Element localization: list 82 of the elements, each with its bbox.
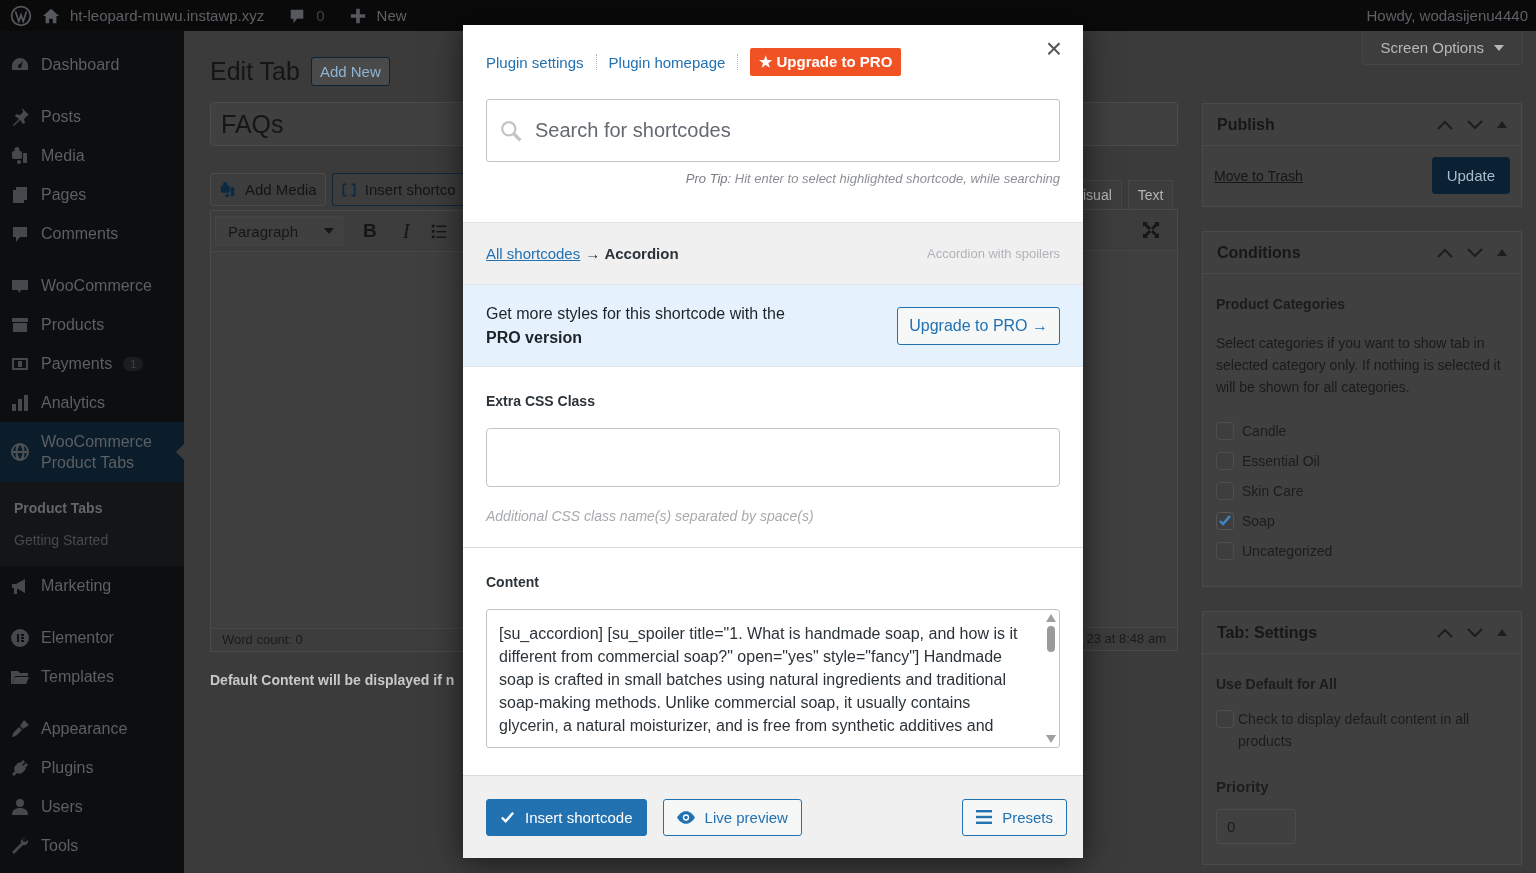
new-link[interactable]: New xyxy=(376,7,407,24)
search-icon xyxy=(500,119,522,142)
add-new-button[interactable]: Add New xyxy=(310,57,390,86)
insert-shortcode-button[interactable]: Insert shortcode xyxy=(486,798,647,836)
title-field-end[interactable] xyxy=(1083,102,1178,146)
camera-icon xyxy=(10,145,30,166)
sidebar-item[interactable]: Products xyxy=(0,305,184,344)
comment-count[interactable]: 0 xyxy=(316,7,325,24)
triangle-icon[interactable] xyxy=(1497,121,1507,128)
fullscreen-icon[interactable] xyxy=(1141,220,1161,240)
plus-icon[interactable] xyxy=(348,6,367,25)
logo-icon[interactable] xyxy=(10,4,32,27)
presets-button[interactable]: Presets xyxy=(962,798,1067,836)
sidebar-item[interactable]: WooCommerce xyxy=(0,266,184,305)
caret-icon xyxy=(324,228,334,234)
scroll-down-icon[interactable] xyxy=(1046,735,1056,743)
home-icon[interactable] xyxy=(42,6,60,25)
chevron-up-icon[interactable] xyxy=(1437,247,1453,258)
eye-icon xyxy=(676,810,695,824)
camera-icon xyxy=(219,180,237,199)
checkmark-icon xyxy=(500,809,515,825)
plugin-link[interactable]: Plugin homepage xyxy=(608,53,726,71)
sidebar-item[interactable]: WooCommerce Product Tabs xyxy=(0,422,184,482)
live-preview-button[interactable]: Live preview xyxy=(662,798,802,836)
bullet-list-icon[interactable] xyxy=(429,222,448,240)
triangle-icon[interactable] xyxy=(1497,249,1507,256)
submenu-item[interactable]: Product Tabs xyxy=(0,492,184,524)
content-textarea[interactable]: [su_accordion] [su_spoiler title="1. What is handmade soap, and how is it different from commercial soap?" open="yes" style="fancy"] Handmade soap is crafted in small batches using natural ingredients and traditional soap-making methods. Unlike commercial soap, it usually contains glycerin, a natural moisturizer, and is free from synthetic additives and xyxy=(486,609,1060,748)
update-button[interactable]: Update xyxy=(1431,157,1510,194)
promo-text: Get more styles for this shortcode with the PRO version xyxy=(486,303,786,348)
sidebar-item[interactable]: Media xyxy=(0,136,184,175)
plug-icon xyxy=(10,757,30,778)
circle-lines-icon xyxy=(10,627,30,648)
search-field[interactable]: Search for shortcodes xyxy=(486,99,1060,162)
site-link[interactable]: ht-leopard-muwu.instawp.xyz xyxy=(70,7,265,24)
sidebar-item[interactable]: Users xyxy=(0,787,184,826)
pages-icon xyxy=(10,184,30,205)
bar-chart-icon xyxy=(10,392,30,413)
sidebar-item[interactable]: Appearance xyxy=(0,709,184,748)
menu-icon xyxy=(976,810,993,824)
default-content-note: Default Content will be displayed if n xyxy=(210,672,456,688)
greeting[interactable]: Howdy, wodasijenu4440 xyxy=(1366,7,1528,24)
sidebar-item[interactable]: Comments xyxy=(0,214,184,253)
all-shortcodes-link[interactable]: All shortcodes xyxy=(486,245,581,262)
css-class-field[interactable] xyxy=(486,428,1060,487)
field-label: Extra CSS Class xyxy=(486,393,596,409)
screen-options-button[interactable]: Screen Options xyxy=(1361,31,1523,65)
wrench-icon xyxy=(10,835,30,856)
upgrade-button[interactable]: ★ Upgrade to PRO xyxy=(750,48,902,76)
triangle-icon[interactable] xyxy=(1497,629,1507,636)
caret-icon xyxy=(1494,44,1504,51)
chevron-up-icon[interactable] xyxy=(1437,627,1453,638)
sidebar-item[interactable]: Plugins xyxy=(0,748,184,787)
upgrade-pro-button[interactable]: Upgrade to PRO → xyxy=(897,306,1060,345)
user-icon xyxy=(10,796,30,817)
scroll-thumb[interactable] xyxy=(1047,626,1055,652)
sidebar-item[interactable]: Templates xyxy=(0,657,184,696)
brackets-icon xyxy=(340,181,357,198)
editor-tab[interactable]: Text xyxy=(1127,180,1174,209)
shortcode-description: Accordion with spoilers xyxy=(927,246,1060,261)
globe-icon xyxy=(10,442,30,462)
chevron-down-icon[interactable] xyxy=(1467,627,1483,638)
plugin-link[interactable]: Plugin settings xyxy=(486,53,584,71)
editor-tab[interactable]: isual xyxy=(1083,180,1122,209)
close-button[interactable]: × xyxy=(1041,35,1066,63)
sidebar-item[interactable]: Analytics xyxy=(0,383,184,422)
scroll-up-icon[interactable] xyxy=(1046,614,1056,622)
breadcrumb-current: → Accordion xyxy=(585,245,679,262)
pro-tip: Pro Tip: Hit enter to select highlighted shortcode, while searching xyxy=(684,171,1060,186)
sidebar-item[interactable]: Pages xyxy=(0,175,184,214)
chevron-up-icon[interactable] xyxy=(1437,119,1453,130)
sidebar-item[interactable]: Marketing xyxy=(0,566,184,605)
sidebar-item[interactable]: Tools xyxy=(0,826,184,865)
chevron-down-icon[interactable] xyxy=(1467,247,1483,258)
sidebar-item[interactable]: Elementor xyxy=(0,618,184,657)
brush-icon xyxy=(10,718,30,739)
field-label: Content xyxy=(486,574,540,590)
field-hint: Additional CSS class name(s) separated by space(s) xyxy=(486,508,815,524)
sidebar-item[interactable]: Dashboard xyxy=(0,45,184,84)
chevron-down-icon[interactable] xyxy=(1467,119,1483,130)
sidebar-item[interactable]: Posts xyxy=(0,97,184,136)
checkbox[interactable] xyxy=(1216,512,1234,530)
